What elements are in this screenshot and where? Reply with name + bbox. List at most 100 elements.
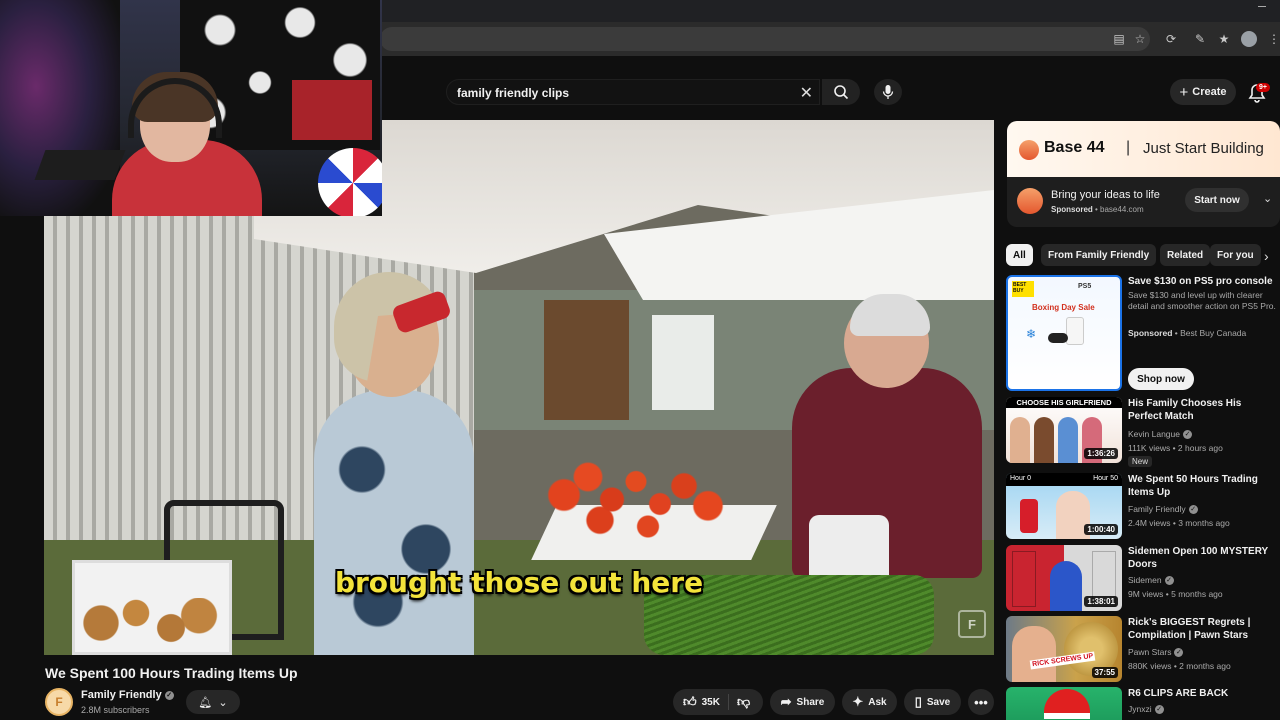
advertiser-name: Best Buy Canada — [1180, 328, 1247, 338]
subscriber-count: 2.8M subscribers — [81, 705, 150, 715]
thumbnail-person — [1012, 626, 1056, 682]
favorite-star-icon[interactable]: ☆ — [1132, 31, 1148, 47]
bookmark-icon: ▯ — [914, 694, 922, 709]
best-buy-logo: BEST BUY — [1012, 281, 1034, 297]
extension-icon[interactable]: ✎ — [1192, 31, 1208, 47]
recommendation-item[interactable]: CHOOSE HIS GIRLFRIEND 1:36:26 His Family… — [1006, 397, 1280, 467]
thumbnail[interactable] — [1006, 687, 1122, 720]
thumbnail-text: Boxing Day Sale — [1032, 303, 1095, 312]
video-meta: 9M views • 5 months ago — [1128, 589, 1223, 599]
verified-icon: ✓ — [1183, 430, 1192, 440]
search-button[interactable] — [822, 79, 860, 105]
recommendation-title[interactable]: Save $130 on PS5 pro console — [1128, 275, 1276, 288]
more-horizontal-icon: ••• — [974, 694, 988, 710]
voice-search-button[interactable] — [874, 79, 902, 105]
address-bar[interactable] — [380, 27, 1150, 51]
ad-banner[interactable]: Base 44 | Just Start Building — [1007, 121, 1280, 177]
thumbnail[interactable]: CHOOSE HIS GIRLFRIEND 1:36:26 — [1006, 397, 1122, 463]
share-button[interactable]: ➦ Share — [770, 689, 835, 715]
channel-name[interactable]: Sidemen ✓ — [1128, 575, 1174, 586]
chip-for-you[interactable]: For you — [1210, 244, 1261, 266]
ad-sponsored-line: Sponsored • base44.com — [1051, 205, 1144, 214]
like-dislike-group: 👍︎ 35K 👎︎ — [673, 689, 763, 715]
video-scene-shelf — [544, 300, 629, 420]
channel-name-text[interactable]: Kevin Langue — [1128, 429, 1180, 439]
chip-all[interactable]: All — [1006, 244, 1033, 266]
video-caption: brought those out here — [334, 566, 704, 599]
thumbnail[interactable]: BEST BUY PS5 Boxing Day Sale ❄ — [1006, 275, 1122, 391]
ad-separator: | — [1126, 139, 1131, 156]
search-input[interactable]: family friendly clips — [457, 86, 569, 100]
thumbnail[interactable]: RICK SCREWS UP 37:55 — [1006, 616, 1122, 682]
chip-related[interactable]: Related — [1160, 244, 1211, 266]
chevron-right-icon[interactable]: › — [1264, 248, 1269, 264]
save-button[interactable]: ▯ Save — [904, 689, 961, 715]
chip-from-family-friendly[interactable]: From Family Friendly — [1041, 244, 1157, 266]
video-duration: 1:00:40 — [1084, 524, 1118, 535]
notification-badge: 9+ — [1256, 83, 1270, 92]
ad-brand: Base 44 — [1044, 139, 1105, 156]
ask-button[interactable]: ✦ Ask — [842, 689, 897, 715]
search-icon — [834, 85, 849, 100]
thumbnail-text-left: Hour 0 — [1010, 475, 1032, 482]
channel-name-text[interactable]: Pawn Stars — [1128, 647, 1171, 657]
channel-name[interactable]: Jynxzi ✓ — [1128, 704, 1164, 715]
close-icon[interactable]: ✕ — [800, 83, 813, 103]
minimize-icon[interactable] — [1258, 6, 1266, 7]
save-label: Save — [926, 696, 951, 708]
thumbnail-person — [1034, 417, 1054, 463]
extensions-icon[interactable]: ⟳ — [1163, 31, 1179, 47]
more-actions-button[interactable]: ••• — [968, 689, 994, 715]
thumbnail-person — [1058, 417, 1078, 463]
microphone-icon — [882, 85, 894, 99]
ad-tagline: Just Start Building — [1143, 140, 1264, 157]
thumbnail-text-right: Hour 50 — [1093, 475, 1118, 482]
channel-name[interactable]: Pawn Stars ✓ — [1128, 647, 1184, 658]
plus-icon: + — [1179, 83, 1189, 101]
recommendation-title[interactable]: His Family Chooses His Perfect Match — [1128, 397, 1276, 423]
webcam-background-light — [0, 0, 120, 216]
channel-name-text[interactable]: Family Friendly — [81, 689, 162, 701]
recommendation-item[interactable]: R6 CLIPS ARE BACK Jynxzi ✓ — [1006, 687, 1280, 720]
video-meta: 111K views • 2 hours ago — [1128, 443, 1223, 453]
bell-icon: 🔔︎ — [198, 696, 213, 709]
recommendation-title[interactable]: Rick's BIGGEST Regrets | Compilation | P… — [1128, 616, 1276, 642]
recommendation-item[interactable]: RICK SCREWS UP 37:55 Rick's BIGGEST Regr… — [1006, 616, 1280, 686]
search-box[interactable]: family friendly clips ✕ — [446, 79, 820, 105]
channel-avatar[interactable]: F — [45, 688, 73, 716]
recommendation-title[interactable]: Sidemen Open 100 MYSTERY Doors — [1128, 545, 1276, 571]
ad-sponsor-line: Sponsored • Best Buy Canada — [1128, 328, 1247, 338]
subscribed-button[interactable]: 🔔︎ ⌄ — [186, 690, 240, 714]
channel-name[interactable]: Kevin Langue ✓ — [1128, 429, 1192, 440]
like-count: 35K — [701, 696, 720, 708]
reader-mode-icon[interactable]: ▤ — [1111, 31, 1127, 47]
channel-name[interactable]: Family Friendly ✓ — [1128, 504, 1198, 515]
thumbnail[interactable]: Hour 0 Hour 50 1:00:40 — [1006, 473, 1122, 539]
recommendation-item[interactable]: Hour 0 Hour 50 1:00:40 We Spent 50 Hours … — [1006, 473, 1280, 543]
thumbs-down-icon: 👎︎ — [736, 694, 751, 709]
recommendation-item[interactable]: 1:38:01 Sidemen Open 100 MYSTERY Doors S… — [1006, 545, 1280, 615]
video-scene-tomatoes — [544, 450, 744, 540]
recommendation-title[interactable]: We Spent 50 Hours Trading Items Up — [1128, 473, 1276, 499]
start-now-button[interactable]: Start now — [1185, 188, 1249, 212]
channel-watermark-icon[interactable]: F — [958, 610, 986, 638]
channel-name[interactable]: Family Friendly ✓ — [81, 689, 174, 701]
create-button[interactable]: + Create — [1170, 79, 1236, 105]
channel-name-text[interactable]: Jynxzi — [1128, 704, 1152, 714]
dislike-button[interactable]: 👎︎ — [729, 694, 750, 710]
thumbnail[interactable]: 1:38:01 — [1006, 545, 1122, 611]
ad-domain: base44.com — [1100, 205, 1144, 214]
chevron-down-icon: ⌄ — [218, 696, 228, 709]
favorites-icon[interactable]: ★ — [1216, 31, 1232, 47]
recommendation-title[interactable]: R6 CLIPS ARE BACK — [1128, 687, 1276, 700]
like-button[interactable]: 👍︎ 35K — [673, 694, 729, 710]
profile-avatar-icon[interactable] — [1241, 31, 1257, 47]
channel-name-text[interactable]: Family Friendly — [1128, 504, 1186, 514]
ad-details[interactable]: Bring your ideas to life Sponsored • bas… — [1007, 177, 1280, 227]
create-button-label: Create — [1192, 86, 1227, 98]
shop-now-button[interactable]: Shop now — [1128, 368, 1194, 390]
webcam-shelf — [292, 80, 372, 140]
browser-menu-icon[interactable]: ⋮ — [1266, 31, 1280, 47]
channel-name-text[interactable]: Sidemen — [1128, 575, 1162, 585]
chevron-down-icon[interactable]: ⌄ — [1263, 192, 1272, 205]
